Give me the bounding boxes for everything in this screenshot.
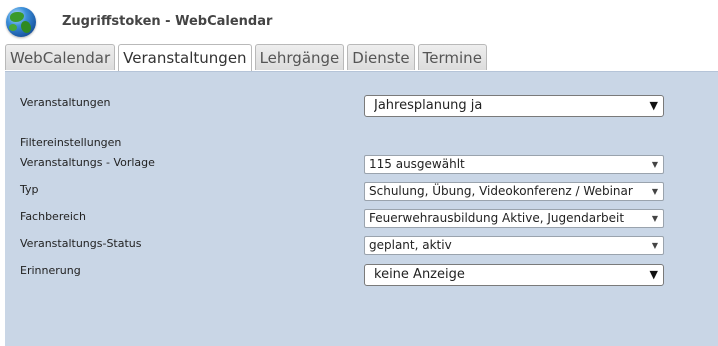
settings-panel: Veranstaltungen Jahresplanung ja ▼ Filte…: [5, 71, 718, 346]
vorlage-select-value: 115 ausgewählt: [369, 157, 465, 171]
tab-webcalendar[interactable]: WebCalendar: [5, 44, 116, 70]
veranstaltungen-select[interactable]: Jahresplanung ja ▼: [364, 95, 664, 117]
tab-termine[interactable]: Termine: [417, 44, 487, 70]
vorlage-label: Veranstaltungs - Vorlage: [20, 156, 155, 169]
typ-select-value: Schulung, Übung, Videokonferenz / Webina…: [369, 184, 633, 198]
status-select-value: geplant, aktiv: [369, 238, 452, 252]
vorlage-select[interactable]: 115 ausgewählt ▼: [364, 155, 664, 174]
fachbereich-label: Fachbereich: [20, 210, 86, 223]
tab-lehrgaenge[interactable]: Lehrgänge: [254, 44, 345, 70]
app-header: Zugriffstoken - WebCalendar: [0, 0, 718, 44]
veranstaltungen-select-value: Jahresplanung ja: [374, 98, 483, 113]
typ-label: Typ: [20, 183, 39, 196]
filter-heading: Filtereinstellungen: [20, 136, 122, 149]
typ-select[interactable]: Schulung, Übung, Videokonferenz / Webina…: [364, 182, 664, 201]
erinnerung-select[interactable]: keine Anzeige ▼: [364, 264, 664, 286]
status-label: Veranstaltungs-Status: [20, 237, 142, 250]
chevron-down-icon: ▼: [651, 241, 658, 250]
erinnerung-select-value: keine Anzeige: [374, 267, 465, 282]
chevron-down-icon: ▼: [651, 187, 658, 196]
fachbereich-select[interactable]: Feuerwehrausbildung Aktive, Jugendarbeit…: [364, 209, 664, 228]
tab-dienste[interactable]: Dienste: [347, 44, 415, 70]
page-title: Zugriffstoken - WebCalendar: [62, 14, 273, 29]
status-select[interactable]: geplant, aktiv ▼: [364, 236, 664, 255]
chevron-down-icon: ▼: [651, 214, 658, 223]
chevron-down-icon: ▼: [649, 268, 658, 281]
tab-veranstaltungen[interactable]: Veranstaltungen: [118, 44, 252, 71]
erinnerung-label: Erinnerung: [20, 264, 81, 277]
fachbereich-select-value: Feuerwehrausbildung Aktive, Jugendarbeit: [369, 211, 625, 225]
globe-icon: [6, 7, 36, 37]
tab-bar: WebCalendar Veranstaltungen Lehrgänge Di…: [5, 44, 487, 71]
chevron-down-icon: ▼: [649, 99, 658, 112]
chevron-down-icon: ▼: [651, 160, 658, 169]
veranstaltungen-label: Veranstaltungen: [20, 96, 111, 109]
